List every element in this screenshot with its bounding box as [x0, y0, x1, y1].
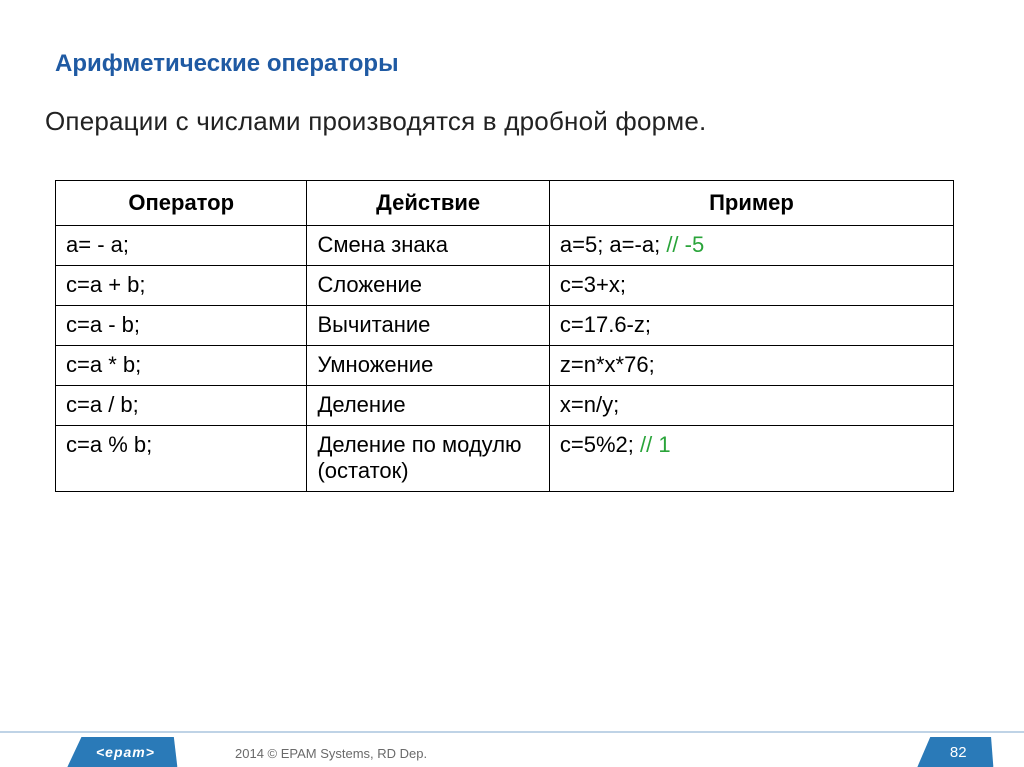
cell-example: c=5%2; // 1	[549, 426, 953, 492]
logo-text: <epam>	[96, 744, 155, 760]
copyright-text: 2014 © EPAM Systems, RD Dep.	[235, 746, 427, 761]
example-code: c=3+x;	[560, 272, 626, 297]
cell-action: Сложение	[307, 266, 549, 306]
table-row: c=a % b; Деление по модулю (остаток) c=5…	[56, 426, 954, 492]
cell-example: x=n/y;	[549, 386, 953, 426]
col-header-example: Пример	[549, 181, 953, 226]
table-header-row: Оператор Действие Пример	[56, 181, 954, 226]
cell-example: a=5; a=-a; // -5	[549, 226, 953, 266]
table-row: c=a - b; Вычитание c=17.6-z;	[56, 306, 954, 346]
cell-operator: c=a * b;	[56, 346, 307, 386]
footer-divider	[0, 731, 1024, 733]
cell-action: Смена знака	[307, 226, 549, 266]
cell-action: Умножение	[307, 346, 549, 386]
page-number: 82	[950, 744, 967, 761]
col-header-action: Действие	[307, 181, 549, 226]
cell-operator: c=a - b;	[56, 306, 307, 346]
cell-example: z=n*x*76;	[549, 346, 953, 386]
cell-action: Деление по модулю (остаток)	[307, 426, 549, 492]
example-code: c=5%2;	[560, 432, 640, 457]
example-code: x=n/y;	[560, 392, 619, 417]
cell-operator: c=a % b;	[56, 426, 307, 492]
table-row: a= - a; Смена знака a=5; a=-a; // -5	[56, 226, 954, 266]
cell-example: c=3+x;	[549, 266, 953, 306]
table-row: c=a * b; Умножение z=n*x*76;	[56, 346, 954, 386]
example-comment: // 1	[640, 432, 671, 457]
footer: <epam> 2014 © EPAM Systems, RD Dep. 82	[0, 731, 1024, 767]
example-comment: // -5	[666, 232, 704, 257]
cell-operator: c=a / b;	[56, 386, 307, 426]
table-row: c=a / b; Деление x=n/y;	[56, 386, 954, 426]
table-row: c=a + b; Сложение c=3+x;	[56, 266, 954, 306]
cell-operator: c=a + b;	[56, 266, 307, 306]
cell-action: Деление	[307, 386, 549, 426]
example-code: a=5; a=-a;	[560, 232, 666, 257]
cell-example: c=17.6-z;	[549, 306, 953, 346]
slide-title: Арифметические операторы	[55, 50, 399, 78]
operators-table: Оператор Действие Пример a= - a; Смена з…	[55, 180, 954, 492]
cell-action: Вычитание	[307, 306, 549, 346]
col-header-operator: Оператор	[56, 181, 307, 226]
slide: Арифметические операторы Операции с числ…	[0, 0, 1024, 767]
example-code: z=n*x*76;	[560, 352, 655, 377]
epam-logo: <epam>	[67, 737, 182, 767]
cell-operator: a= - a;	[56, 226, 307, 266]
slide-subtitle: Операции с числами производятся в дробно…	[45, 106, 706, 137]
page-number-badge: 82	[917, 737, 998, 767]
example-code: c=17.6-z;	[560, 312, 651, 337]
